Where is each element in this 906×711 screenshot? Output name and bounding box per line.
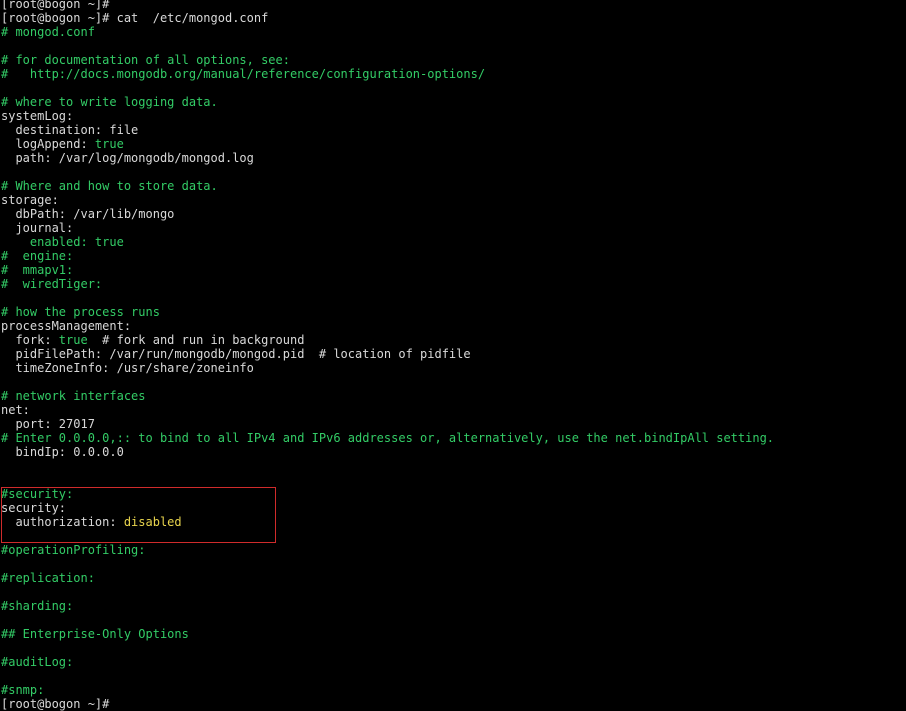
terminal-text: path: /var/log/mongodb/mongod.log: [1, 151, 254, 165]
terminal-text: # engine:: [1, 249, 74, 263]
terminal-text: # Where and how to store data.: [1, 179, 218, 193]
terminal-line: path: /var/log/mongodb/mongod.log: [1, 151, 906, 165]
terminal-text: destination: file: [1, 123, 139, 137]
terminal-text: #operationProfiling:: [1, 543, 146, 557]
terminal-text: pidFilePath: /var/run/mongodb/mongod.pid…: [1, 347, 471, 361]
terminal-line: dbPath: /var/lib/mongo: [1, 207, 906, 221]
terminal-text: storage:: [1, 193, 59, 207]
terminal-text: true: [58, 333, 88, 347]
terminal-text: [root@bogon ~]# cat /etc/mongod.conf: [1, 11, 269, 25]
terminal-text: [root@bogon ~]#: [1, 0, 110, 11]
terminal-line: storage:: [1, 193, 906, 207]
terminal-line: journal:: [1, 221, 906, 235]
terminal-line: # Enter 0.0.0.0,:: to bind to all IPv4 a…: [1, 431, 906, 445]
terminal-line: # mmapv1:: [1, 263, 906, 277]
terminal-text: # Enter 0.0.0.0,:: to bind to all IPv4 a…: [1, 431, 775, 445]
terminal-line: #snmp:: [1, 683, 906, 697]
terminal-line: [root@bogon ~]# cat /etc/mongod.conf: [1, 11, 906, 25]
terminal-line: processManagement:: [1, 319, 906, 333]
terminal-text: #sharding:: [1, 599, 74, 613]
terminal-line: # wiredTiger:: [1, 277, 906, 291]
terminal-text: logAppend:: [1, 137, 95, 151]
terminal-line: port: 27017: [1, 417, 906, 431]
terminal-text: journal:: [1, 221, 74, 235]
terminal-line: security:: [1, 501, 906, 515]
terminal-text: # wiredTiger:: [1, 277, 103, 291]
terminal-text: # how the process runs: [1, 305, 160, 319]
terminal-line: net:: [1, 403, 906, 417]
terminal-text: # mongod.conf: [1, 25, 95, 39]
terminal-text: # http://docs.mongodb.org/manual/referen…: [1, 67, 486, 81]
terminal-line: # how the process runs: [1, 305, 906, 319]
terminal-text: dbPath: /var/lib/mongo: [1, 207, 175, 221]
terminal-text: systemLog:: [1, 109, 74, 123]
terminal-line: systemLog:: [1, 109, 906, 123]
terminal-text: port: 27017: [1, 417, 95, 431]
terminal-text: enabled:: [1, 235, 95, 249]
terminal-text: disabled: [123, 515, 182, 529]
terminal-line: # Where and how to store data.: [1, 179, 906, 193]
terminal-line: authorization: disabled: [1, 515, 906, 529]
terminal-line: #security:: [1, 487, 906, 501]
terminal-output[interactable]: [root@bogon ~]# [root@bogon ~]# cat /etc/…: [1, 0, 906, 711]
terminal-line: #sharding:: [1, 599, 906, 613]
terminal-text: bindIp: 0.0.0.0: [1, 445, 124, 459]
terminal-line: # engine:: [1, 249, 906, 263]
terminal-line: timeZoneInfo: /usr/share/zoneinfo: [1, 361, 906, 375]
terminal-text: #snmp:: [1, 683, 45, 697]
terminal-text: [root@bogon ~]#: [1, 697, 110, 711]
terminal-text: #security:: [1, 487, 74, 501]
terminal-line: #replication:: [1, 571, 906, 585]
terminal-line: destination: file: [1, 123, 906, 137]
terminal-line: # for documentation of all options, see:: [1, 53, 906, 67]
terminal-line: fork: true # fork and run in background: [1, 333, 906, 347]
terminal-text: #auditLog:: [1, 655, 74, 669]
terminal-text: # where to write logging data.: [1, 95, 218, 109]
terminal-text: # fork and run in background: [87, 333, 305, 347]
terminal-line: ## Enterprise-Only Options: [1, 627, 906, 641]
terminal-text: ## Enterprise-Only Options: [1, 627, 189, 641]
terminal-line: # network interfaces: [1, 389, 906, 403]
terminal-text: true: [94, 235, 124, 249]
terminal-line: logAppend: true: [1, 137, 906, 151]
terminal-text: fork:: [1, 333, 59, 347]
terminal-text: processManagement:: [1, 319, 132, 333]
terminal-text: net:: [1, 403, 30, 417]
terminal-text: authorization:: [1, 515, 124, 529]
terminal-line: # where to write logging data.: [1, 95, 906, 109]
terminal-text: # network interfaces: [1, 389, 146, 403]
terminal-text: #replication:: [1, 571, 95, 585]
terminal-text: # for documentation of all options, see:: [1, 53, 290, 67]
terminal-line: # http://docs.mongodb.org/manual/referen…: [1, 67, 906, 81]
terminal-line: pidFilePath: /var/run/mongodb/mongod.pid…: [1, 347, 906, 361]
terminal-text: # mmapv1:: [1, 263, 74, 277]
terminal-text: timeZoneInfo: /usr/share/zoneinfo: [1, 361, 254, 375]
terminal-text: true: [94, 137, 124, 151]
terminal-line: enabled: true: [1, 235, 906, 249]
terminal-line: # mongod.conf: [1, 25, 906, 39]
terminal-line: [root@bogon ~]#: [1, 0, 906, 11]
terminal-text: security:: [1, 501, 67, 515]
terminal-line: [root@bogon ~]#: [1, 697, 906, 711]
terminal-line: bindIp: 0.0.0.0: [1, 445, 906, 459]
terminal-line: #operationProfiling:: [1, 543, 906, 557]
terminal-line: #auditLog:: [1, 655, 906, 669]
